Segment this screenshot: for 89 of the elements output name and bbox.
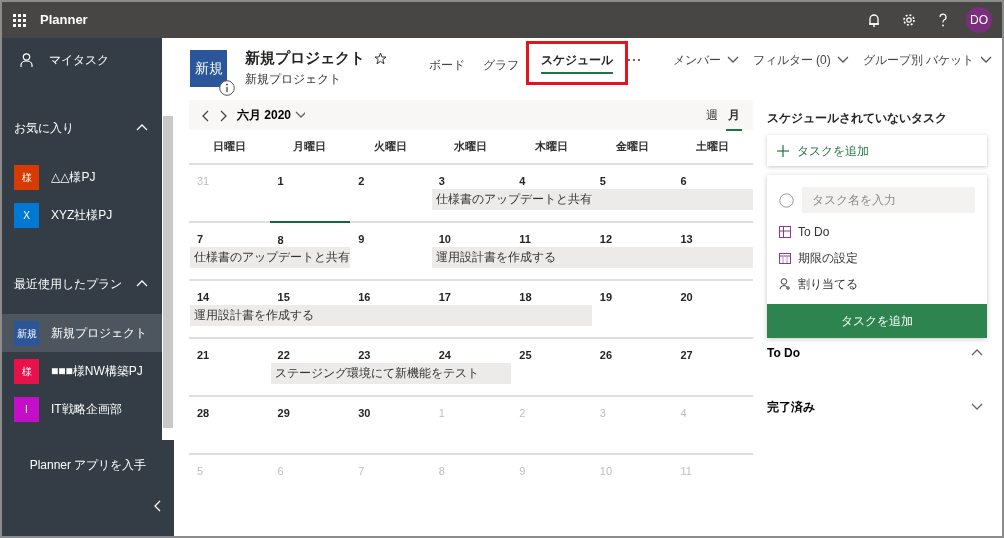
view-tab[interactable]: 週 (701, 100, 723, 130)
section-header[interactable]: 最近使用したプラン (2, 264, 162, 304)
plan-badge: X (14, 202, 39, 228)
filter-dropdown[interactable]: フィルター (0) (750, 50, 851, 70)
info-icon[interactable] (219, 80, 235, 96)
event-bar[interactable]: ステージング環境にて新機能をテスト (270, 363, 512, 384)
day-cell[interactable]: 5 (591, 165, 673, 189)
day-cell[interactable]: 7 (189, 223, 270, 247)
day-cell[interactable]: 16 (350, 281, 431, 305)
plan-item[interactable]: 新規 新規プロジェクト (2, 314, 162, 352)
day-cell[interactable]: 18 (511, 281, 592, 305)
person-icon (20, 53, 33, 67)
day-cell[interactable]: 20 (672, 281, 753, 305)
event-bar[interactable]: 運用設計書を作成する (190, 305, 592, 326)
add-task-button[interactable]: タスクを追加 (767, 135, 987, 166)
day-cell[interactable]: 28 (189, 397, 270, 421)
day-cell[interactable]: 15 (269, 281, 351, 305)
view-tab[interactable]: 月 (723, 100, 745, 130)
weekday-header: 月曜日 (292, 139, 328, 155)
task-option[interactable]: To Do (767, 219, 987, 245)
tab[interactable]: ボード (421, 50, 473, 80)
filter-dropdown[interactable]: メンバー (670, 50, 741, 70)
task-name-field[interactable]: タスク名を入力 (802, 187, 975, 213)
plan-badge: I (14, 396, 39, 422)
event-bar[interactable]: 運用設計書を作成する (431, 247, 753, 268)
day-cell[interactable]: 23 (350, 339, 431, 363)
day-cell[interactable]: 29 (269, 397, 351, 421)
calendar-icon (779, 252, 791, 264)
plan-badge: 様 (14, 358, 39, 384)
day-cell[interactable]: 30 (350, 397, 431, 421)
day-cell[interactable]: 6 (672, 165, 753, 189)
scrollbar[interactable] (162, 38, 174, 440)
day-cell[interactable]: 9 (350, 223, 431, 247)
month-picker[interactable]: 六月 2020 (233, 106, 310, 124)
person-add-icon (779, 278, 791, 290)
day-cell[interactable]: 14 (189, 281, 270, 305)
weekday-header: 水曜日 (453, 139, 489, 155)
event-bar[interactable]: 仕様書のアップデートと共有 (190, 247, 351, 268)
day-cell[interactable]: 12 (591, 223, 673, 247)
star-icon[interactable] (374, 51, 387, 65)
task-option[interactable]: 割り当てる (767, 271, 987, 297)
get-app-link[interactable]: Planner アプリを入手 (29, 456, 147, 474)
app-title[interactable]: Planner (40, 10, 88, 30)
day-cell[interactable]: 25 (511, 339, 592, 363)
sidebar-item[interactable]: マイタスク (2, 38, 162, 82)
panel-title: スケジュールされていないタスク (767, 110, 948, 126)
day-cell[interactable]: 3 (430, 165, 512, 189)
day-cell[interactable]: 2 (350, 165, 431, 189)
day-cell[interactable]: 17 (430, 281, 512, 305)
weekday-header: 金曜日 (614, 139, 650, 155)
plan-title: 新規プロジェクト (245, 48, 365, 68)
day-cell[interactable]: 26 (591, 339, 673, 363)
plan-item[interactable]: I IT戦略企画部 (2, 390, 162, 428)
tab[interactable]: グラフ (475, 50, 527, 80)
day-cell[interactable]: 24 (430, 339, 512, 363)
section-header[interactable]: お気に入り (2, 108, 162, 148)
day-cell[interactable]: 27 (672, 339, 753, 363)
plan-badge: 様 (14, 164, 39, 190)
weekday-header: 日曜日 (211, 139, 247, 155)
group-header[interactable]: 完了済み (767, 394, 987, 420)
plan-badge: 新規 (14, 320, 39, 346)
task-option[interactable]: 期限の設定 (767, 245, 987, 271)
day-cell[interactable]: 21 (189, 339, 270, 363)
plan-item[interactable]: X XYZ社様PJ (2, 196, 162, 234)
bell-icon[interactable] (868, 13, 880, 27)
day-cell[interactable]: 1 (269, 165, 351, 189)
weekday-header: 土曜日 (695, 139, 731, 155)
plan-item[interactable]: 様 ■■■様NW構築PJ (2, 352, 162, 390)
settings-icon[interactable] (902, 13, 916, 27)
help-icon[interactable] (938, 13, 948, 27)
plus-icon (777, 144, 789, 157)
weekday-header: 火曜日 (372, 139, 408, 155)
plan-item[interactable]: 様 △△様PJ (2, 158, 162, 196)
day-cell[interactable]: 22 (269, 339, 351, 363)
event-bar[interactable]: 仕様書のアップデートと共有 (431, 189, 753, 210)
filter-dropdown[interactable]: グループ別 バケット (860, 50, 994, 70)
plan-subtitle: 新規プロジェクト (245, 71, 342, 88)
day-cell[interactable]: 4 (511, 165, 592, 189)
user-avatar[interactable]: DO (966, 7, 992, 33)
day-cell[interactable]: 11 (511, 223, 592, 247)
day-cell[interactable]: 10 (430, 223, 512, 247)
day-cell[interactable]: 19 (591, 281, 673, 305)
app-launcher-icon[interactable] (13, 13, 26, 27)
tab[interactable]: スケジュール (529, 44, 625, 82)
submit-task-button[interactable]: タスクを追加 (767, 304, 987, 338)
group-header[interactable]: To Do (767, 340, 987, 366)
board-icon (779, 226, 791, 238)
weekday-header: 木曜日 (534, 139, 570, 155)
day-cell[interactable]: 13 (672, 223, 753, 247)
